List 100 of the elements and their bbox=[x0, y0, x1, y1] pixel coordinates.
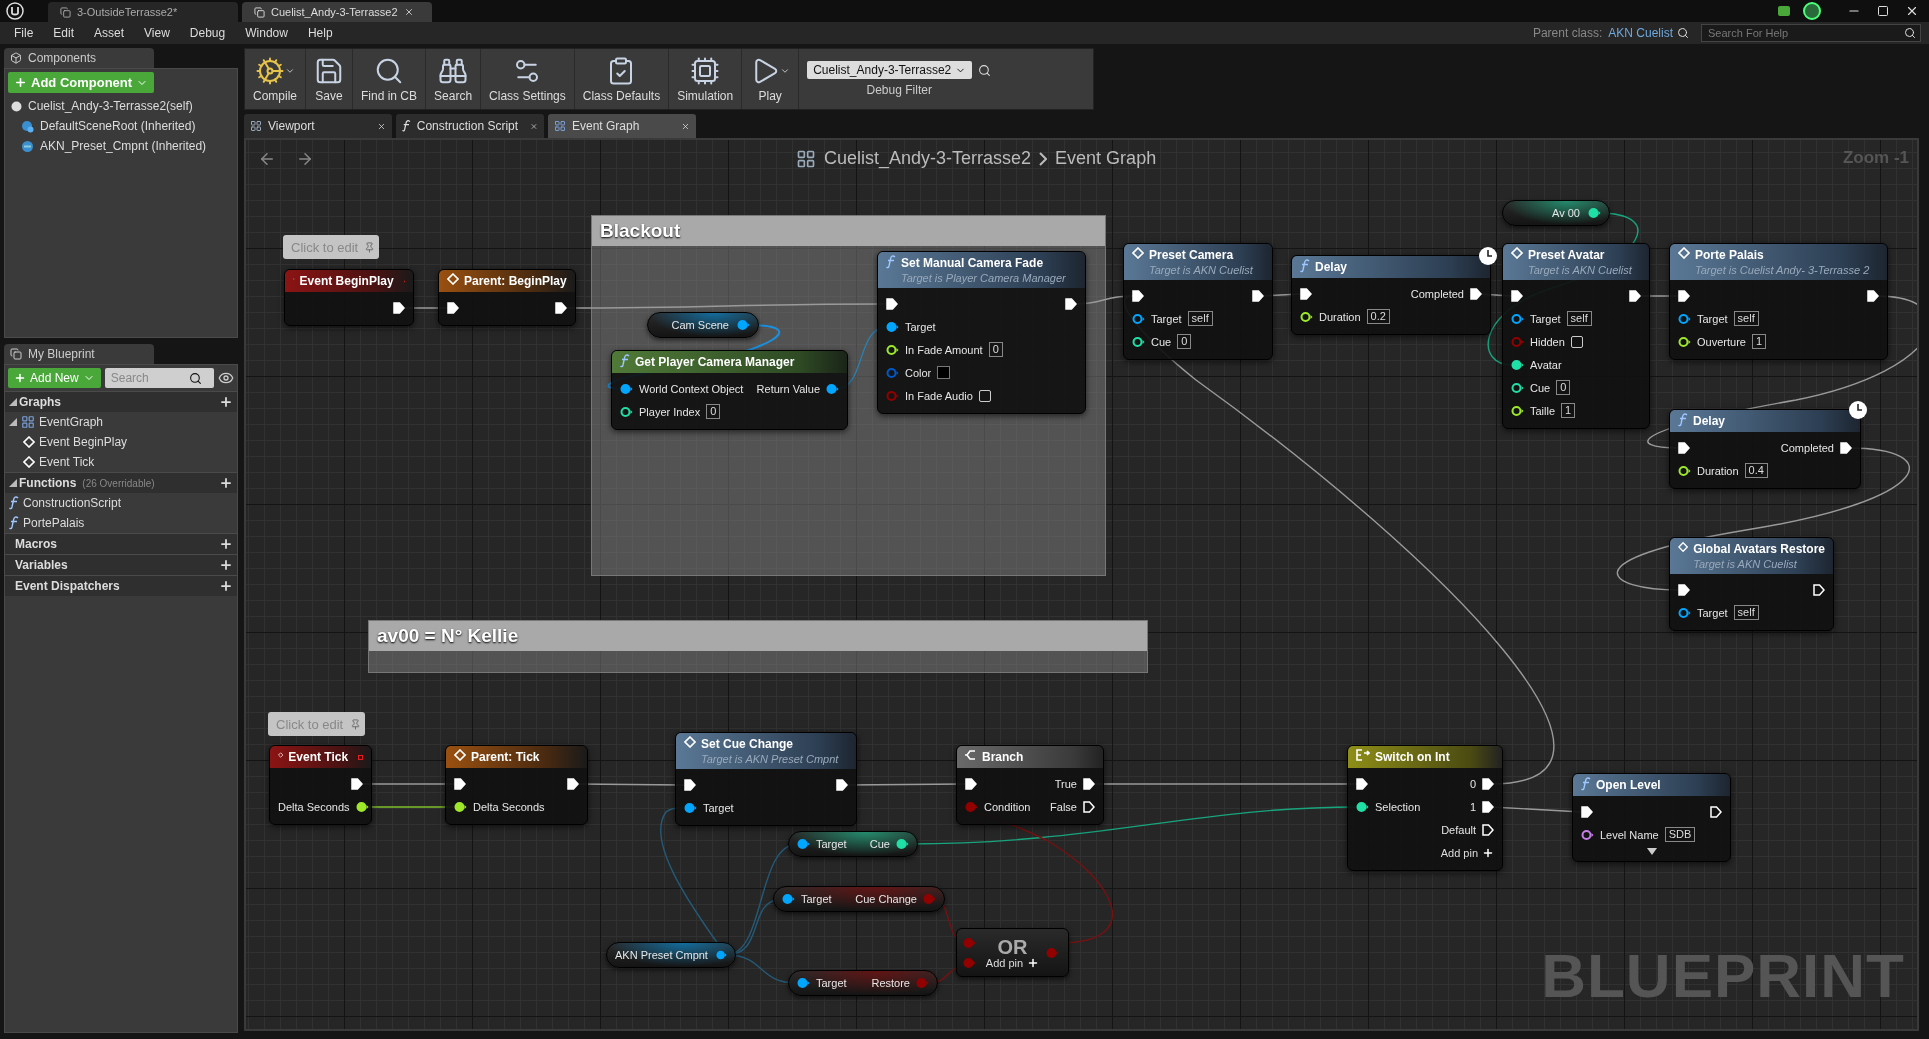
data-pin-icon[interactable] bbox=[620, 382, 633, 395]
expanded-arrow-icon[interactable] bbox=[9, 398, 17, 406]
exec-pin-icon[interactable] bbox=[1840, 441, 1852, 454]
data-pin-icon[interactable] bbox=[355, 800, 369, 813]
exec-pin-icon[interactable] bbox=[1482, 800, 1494, 813]
exec-pin-icon[interactable] bbox=[447, 301, 459, 314]
toolbar-button[interactable]: Save bbox=[306, 49, 353, 109]
menu-item[interactable]: Debug bbox=[179, 26, 236, 40]
help-search-box[interactable]: Search For Help bbox=[1701, 24, 1921, 42]
expanded-arrow-icon[interactable] bbox=[9, 479, 17, 487]
exec-pin-icon[interactable] bbox=[1083, 777, 1095, 790]
section-header[interactable]: Graphs bbox=[5, 391, 237, 412]
data-pin-icon[interactable] bbox=[886, 343, 899, 356]
delegate-pin-icon[interactable] bbox=[358, 752, 363, 763]
data-pin-icon[interactable] bbox=[684, 801, 697, 814]
default-value-field[interactable]: SDB bbox=[1664, 827, 1696, 842]
exec-pin-icon[interactable] bbox=[1629, 289, 1641, 302]
data-pin-icon[interactable] bbox=[797, 977, 810, 989]
tree-item[interactable]: EventGraph bbox=[39, 415, 104, 429]
graph-tab[interactable]: Event Graph bbox=[548, 114, 696, 138]
default-value-field[interactable]: 0 bbox=[988, 342, 1003, 357]
toolbar-button[interactable]: Class Settings bbox=[481, 49, 575, 109]
menu-item[interactable]: Asset bbox=[84, 26, 135, 40]
exec-pin-icon[interactable] bbox=[886, 297, 898, 310]
exec-pin-icon[interactable] bbox=[965, 777, 977, 790]
exec-pin-icon[interactable] bbox=[1710, 805, 1722, 818]
default-value-field[interactable]: self bbox=[1187, 311, 1213, 326]
add-pin-button[interactable]: Add pin bbox=[985, 956, 1040, 969]
exec-pin-icon[interactable] bbox=[1083, 800, 1095, 813]
exec-pin-icon[interactable] bbox=[351, 777, 363, 790]
data-pin-icon[interactable] bbox=[1511, 381, 1524, 394]
tree-item[interactable]: ConstructionScript bbox=[23, 496, 122, 510]
data-pin-icon[interactable] bbox=[454, 800, 467, 813]
menu-item[interactable]: Window bbox=[235, 26, 298, 40]
exec-pin-icon[interactable] bbox=[1356, 777, 1368, 790]
default-value-field[interactable]: 0 bbox=[1556, 380, 1571, 395]
exec-pin-icon[interactable] bbox=[1470, 287, 1482, 300]
exec-pin-icon[interactable] bbox=[1511, 289, 1523, 302]
data-pin-icon[interactable] bbox=[1588, 207, 1601, 219]
document-tab[interactable]: 3-OutsideTerrasse2* bbox=[48, 2, 238, 22]
data-pin-icon[interactable] bbox=[1581, 828, 1594, 841]
menu-item[interactable]: File bbox=[4, 26, 44, 40]
plus-icon[interactable] bbox=[219, 395, 233, 409]
default-value-field[interactable]: self bbox=[1733, 311, 1759, 326]
tree-item[interactable]: Event Tick bbox=[39, 455, 95, 469]
search-icon[interactable] bbox=[1677, 27, 1689, 39]
exec-pin-icon[interactable] bbox=[1678, 289, 1690, 302]
exec-pin-icon[interactable] bbox=[684, 778, 696, 791]
exec-pin-icon[interactable] bbox=[1678, 441, 1690, 454]
exec-pin-icon[interactable] bbox=[393, 301, 405, 314]
data-pin-icon[interactable] bbox=[1678, 606, 1691, 619]
exec-pin-icon[interactable] bbox=[1065, 297, 1077, 310]
data-pin-icon[interactable] bbox=[1356, 800, 1369, 813]
data-pin-icon[interactable] bbox=[1132, 335, 1145, 348]
section-header[interactable]: Variables bbox=[5, 554, 237, 575]
plus-icon[interactable] bbox=[219, 558, 233, 572]
color-swatch[interactable] bbox=[937, 366, 951, 379]
toolbar-button[interactable]: Simulation bbox=[669, 49, 743, 109]
default-value-field[interactable]: 0.2 bbox=[1366, 309, 1390, 324]
component-item[interactable]: AKN_Preset_Cmpnt (Inherited) bbox=[40, 139, 207, 153]
exec-pin-icon[interactable] bbox=[555, 301, 567, 314]
tree-item[interactable]: Event BeginPlay bbox=[39, 435, 128, 449]
breadcrumb-item[interactable]: Cuelist_Andy-3-Terrasse2 bbox=[824, 148, 1032, 169]
data-pin-icon[interactable] bbox=[782, 893, 795, 905]
default-value-field[interactable]: 1 bbox=[1751, 334, 1767, 349]
data-pin-icon[interactable] bbox=[620, 405, 633, 418]
plus-icon[interactable] bbox=[219, 579, 233, 593]
add-pin-button[interactable]: Add pin bbox=[1440, 846, 1494, 859]
panel-tab[interactable]: Components bbox=[4, 48, 154, 68]
forward-arrow-icon[interactable] bbox=[296, 150, 314, 168]
exec-pin-icon[interactable] bbox=[1482, 823, 1494, 836]
close-icon[interactable] bbox=[403, 7, 414, 17]
toolbar-button[interactable]: Find in CB bbox=[353, 49, 427, 109]
data-pin-icon[interactable] bbox=[1678, 464, 1691, 477]
search-icon[interactable] bbox=[978, 63, 992, 77]
data-pin-icon[interactable] bbox=[715, 949, 727, 961]
eye-icon[interactable] bbox=[218, 370, 234, 386]
data-pin-icon[interactable] bbox=[737, 319, 750, 331]
default-value-field[interactable]: 1 bbox=[1561, 403, 1576, 418]
plus-icon[interactable] bbox=[219, 476, 233, 490]
plus-icon[interactable] bbox=[219, 537, 233, 551]
expand-caret-icon[interactable] bbox=[1646, 848, 1657, 855]
exec-pin-icon[interactable] bbox=[567, 777, 579, 790]
exec-pin-icon[interactable] bbox=[1300, 287, 1312, 300]
menu-item[interactable]: View bbox=[134, 26, 180, 40]
exec-pin-icon[interactable] bbox=[1482, 777, 1494, 790]
help-search-field[interactable]: Search For Help bbox=[1706, 26, 1886, 40]
parent-class-link[interactable]: AKN Cuelist bbox=[1608, 26, 1673, 40]
data-pin-icon[interactable] bbox=[797, 838, 810, 850]
exec-pin-icon[interactable] bbox=[1813, 583, 1825, 596]
menu-item[interactable]: Edit bbox=[43, 26, 85, 40]
document-tab[interactable]: Cuelist_Andy-3-Terrasse2 bbox=[242, 2, 432, 22]
data-pin-icon[interactable] bbox=[1132, 312, 1145, 325]
data-pin-icon[interactable] bbox=[1300, 310, 1313, 323]
badge-icon[interactable] bbox=[1777, 4, 1791, 18]
data-pin-icon[interactable] bbox=[826, 382, 839, 395]
close-icon[interactable] bbox=[377, 121, 386, 131]
toolbar-button[interactable]: Play bbox=[742, 49, 800, 109]
data-pin-icon[interactable] bbox=[1678, 312, 1691, 325]
maximize-icon[interactable] bbox=[1877, 5, 1889, 17]
